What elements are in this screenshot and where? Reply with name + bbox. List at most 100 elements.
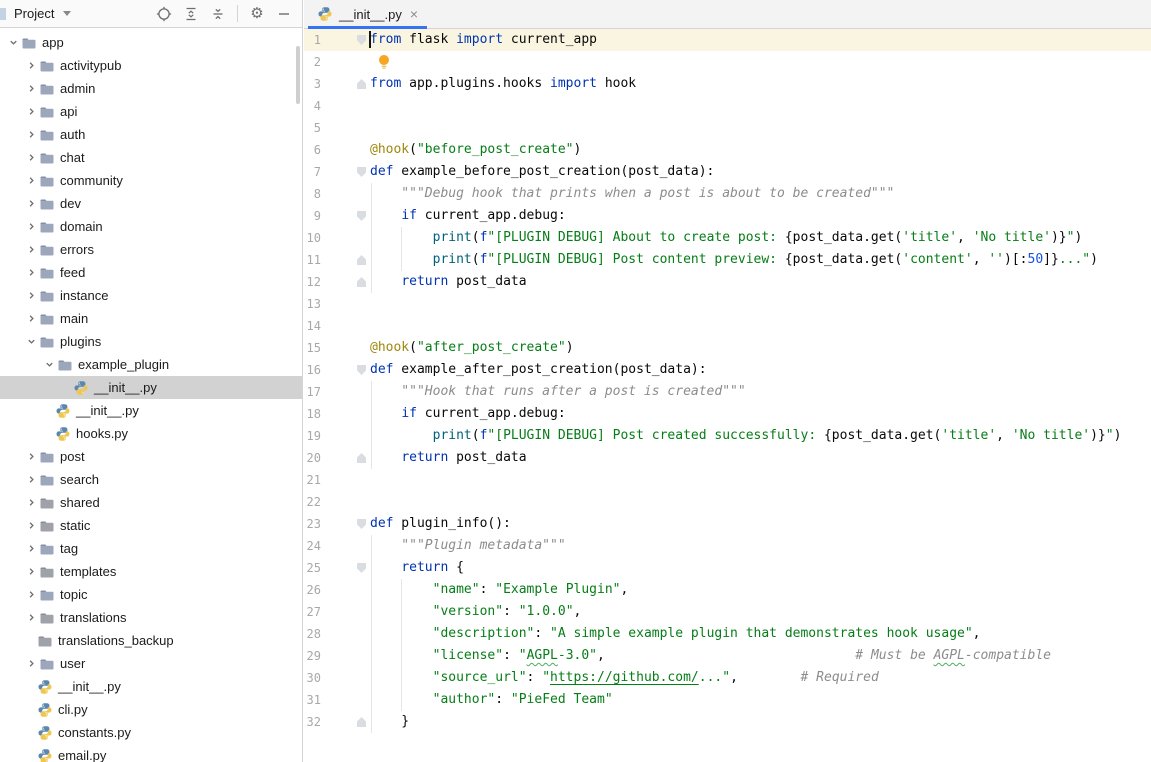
tree-item-api[interactable]: api bbox=[0, 100, 302, 123]
tree-item-plugins[interactable]: plugins bbox=[0, 330, 302, 353]
tree-item-auth[interactable]: auth bbox=[0, 123, 302, 146]
intention-bulb-icon[interactable] bbox=[377, 54, 391, 78]
tree-item-label: translations_backup bbox=[58, 633, 174, 648]
expand-all-icon[interactable] bbox=[183, 6, 199, 22]
tree-item-label: chat bbox=[60, 150, 85, 165]
collapse-all-icon[interactable] bbox=[210, 6, 226, 22]
fold-marker-up[interactable] bbox=[357, 717, 366, 727]
tree-item-translations[interactable]: translations bbox=[0, 606, 302, 629]
chevron-collapsed-icon[interactable] bbox=[24, 289, 38, 303]
chevron-collapsed-icon[interactable] bbox=[24, 657, 38, 671]
tree-item--init-py[interactable]: __init__.py bbox=[0, 399, 302, 422]
folder-icon bbox=[39, 219, 55, 235]
tree-item-chat[interactable]: chat bbox=[0, 146, 302, 169]
chevron-collapsed-icon[interactable] bbox=[24, 151, 38, 165]
line-number: 22 bbox=[304, 491, 321, 513]
chevron-collapsed-icon[interactable] bbox=[24, 473, 38, 487]
tree-item--init-py[interactable]: __init__.py bbox=[0, 675, 302, 698]
fold-marker-down[interactable] bbox=[357, 35, 366, 45]
tree-item-shared[interactable]: shared bbox=[0, 491, 302, 514]
close-tab-icon[interactable]: × bbox=[410, 7, 418, 21]
tree-item-topic[interactable]: topic bbox=[0, 583, 302, 606]
tree-item-example-plugin[interactable]: example_plugin bbox=[0, 353, 302, 376]
code-line-10: 10 print(f"[PLUGIN DEBUG] About to creat… bbox=[304, 227, 1151, 249]
tree-item-activitypub[interactable]: activitypub bbox=[0, 54, 302, 77]
tree-item-tag[interactable]: tag bbox=[0, 537, 302, 560]
tree-item-admin[interactable]: admin bbox=[0, 77, 302, 100]
tree-item-hooks-py[interactable]: hooks.py bbox=[0, 422, 302, 445]
code-text: return post_data bbox=[370, 271, 527, 293]
fold-marker-down[interactable] bbox=[357, 563, 366, 573]
tree-item-app[interactable]: app bbox=[0, 31, 302, 54]
folder-icon bbox=[39, 495, 55, 511]
hide-panel-icon[interactable] bbox=[276, 6, 292, 22]
tree-item-feed[interactable]: feed bbox=[0, 261, 302, 284]
tree-item-static[interactable]: static bbox=[0, 514, 302, 537]
code-editor[interactable]: 1from flask import current_app23from app… bbox=[304, 29, 1151, 762]
tree-item-domain[interactable]: domain bbox=[0, 215, 302, 238]
folder-icon bbox=[39, 518, 55, 534]
fold-marker-up[interactable] bbox=[357, 453, 366, 463]
tree-item-label: shared bbox=[60, 495, 100, 510]
tree-item-errors[interactable]: errors bbox=[0, 238, 302, 261]
chevron-collapsed-icon[interactable] bbox=[24, 128, 38, 142]
chevron-collapsed-icon[interactable] bbox=[24, 519, 38, 533]
chevron-collapsed-icon[interactable] bbox=[24, 243, 38, 257]
chevron-collapsed-icon[interactable] bbox=[24, 312, 38, 326]
folder-icon bbox=[39, 311, 55, 327]
chevron-collapsed-icon[interactable] bbox=[24, 82, 38, 96]
chevron-collapsed-icon[interactable] bbox=[24, 59, 38, 73]
fold-marker-down[interactable] bbox=[357, 167, 366, 177]
tree-item-main[interactable]: main bbox=[0, 307, 302, 330]
tree-item-instance[interactable]: instance bbox=[0, 284, 302, 307]
tree-item-cli-py[interactable]: cli.py bbox=[0, 698, 302, 721]
tree-item-translations-backup[interactable]: translations_backup bbox=[0, 629, 302, 652]
folder-icon bbox=[57, 357, 73, 373]
code-text: return post_data bbox=[370, 447, 527, 469]
tree-item-label: domain bbox=[60, 219, 103, 234]
project-view-selector[interactable]: Project bbox=[14, 6, 71, 21]
line-number: 31 bbox=[304, 689, 321, 711]
editor-tab-init-py[interactable]: __init__.py × bbox=[308, 0, 427, 28]
chevron-collapsed-icon[interactable] bbox=[24, 174, 38, 188]
chevron-collapsed-icon[interactable] bbox=[24, 105, 38, 119]
settings-gear-icon[interactable]: ⚙ bbox=[249, 6, 265, 22]
chevron-collapsed-icon[interactable] bbox=[24, 565, 38, 579]
chevron-collapsed-icon[interactable] bbox=[24, 197, 38, 211]
line-number: 2 bbox=[304, 51, 321, 73]
chevron-expanded-icon[interactable] bbox=[24, 335, 38, 349]
chevron-collapsed-icon[interactable] bbox=[24, 611, 38, 625]
code-line-1: 1from flask import current_app bbox=[304, 29, 1151, 51]
chevron-collapsed-icon[interactable] bbox=[24, 542, 38, 556]
fold-marker-down[interactable] bbox=[357, 365, 366, 375]
fold-marker-down[interactable] bbox=[357, 211, 366, 221]
chevron-collapsed-icon[interactable] bbox=[24, 588, 38, 602]
chevron-collapsed-icon[interactable] bbox=[24, 496, 38, 510]
tree-item-label: auth bbox=[60, 127, 85, 142]
chevron-collapsed-icon[interactable] bbox=[24, 266, 38, 280]
tree-item-post[interactable]: post bbox=[0, 445, 302, 468]
code-line-2: 2 bbox=[304, 51, 1151, 73]
tree-item-user[interactable]: user bbox=[0, 652, 302, 675]
line-number: 30 bbox=[304, 667, 321, 689]
locate-file-icon[interactable] bbox=[156, 6, 172, 22]
fold-marker-up[interactable] bbox=[357, 79, 366, 89]
tree-item-email-py[interactable]: email.py bbox=[0, 744, 302, 762]
chevron-expanded-icon[interactable] bbox=[6, 36, 20, 50]
tree-item-dev[interactable]: dev bbox=[0, 192, 302, 215]
tree-item-label: tag bbox=[60, 541, 78, 556]
tree-item-search[interactable]: search bbox=[0, 468, 302, 491]
code-line-26: 26 "name": "Example Plugin", bbox=[304, 579, 1151, 601]
tree-item-community[interactable]: community bbox=[0, 169, 302, 192]
chevron-collapsed-icon[interactable] bbox=[24, 220, 38, 234]
tree-item-label: post bbox=[60, 449, 85, 464]
chevron-collapsed-icon[interactable] bbox=[24, 450, 38, 464]
tree-item--init-py[interactable]: __init__.py bbox=[0, 376, 302, 399]
tree-item-templates[interactable]: templates bbox=[0, 560, 302, 583]
tree-item-constants-py[interactable]: constants.py bbox=[0, 721, 302, 744]
chevron-expanded-icon[interactable] bbox=[42, 358, 56, 372]
fold-marker-up[interactable] bbox=[357, 277, 366, 287]
fold-marker-up[interactable] bbox=[357, 255, 366, 265]
fold-marker-down[interactable] bbox=[357, 519, 366, 529]
tree-scrollbar-thumb[interactable] bbox=[296, 46, 300, 104]
